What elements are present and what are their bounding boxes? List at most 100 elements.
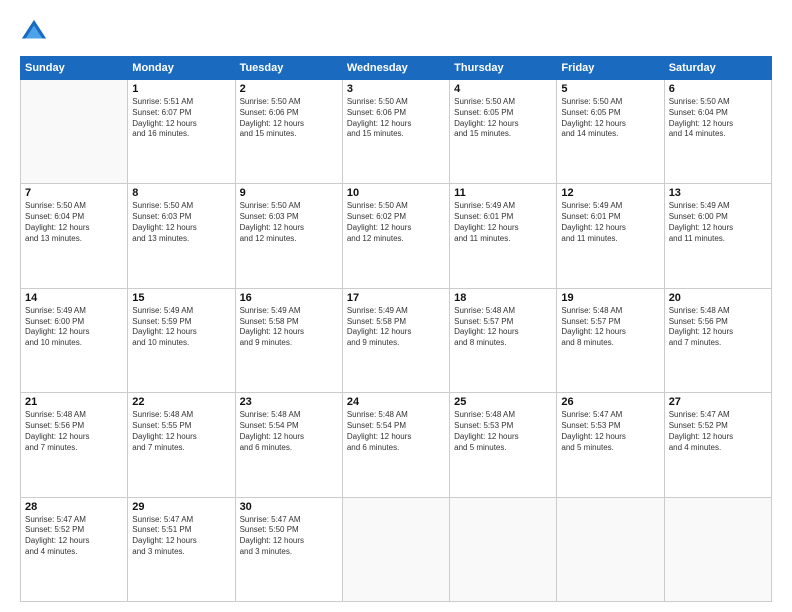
column-header-tuesday: Tuesday bbox=[235, 57, 342, 80]
page: SundayMondayTuesdayWednesdayThursdayFrid… bbox=[0, 0, 792, 612]
day-number: 6 bbox=[669, 83, 767, 95]
calendar-cell: 22 Sunrise: 5:48 AM Sunset: 5:55 PM Dayli… bbox=[128, 393, 235, 497]
day-info: Sunrise: 5:47 AM Sunset: 5:53 PM Dayligh… bbox=[561, 410, 659, 453]
calendar-cell: 5 Sunrise: 5:50 AM Sunset: 6:05 PM Daylig… bbox=[557, 80, 664, 184]
calendar-cell: 11 Sunrise: 5:49 AM Sunset: 6:01 PM Dayli… bbox=[450, 184, 557, 288]
day-info: Sunrise: 5:50 AM Sunset: 6:05 PM Dayligh… bbox=[454, 97, 552, 140]
day-number: 10 bbox=[347, 187, 445, 199]
column-header-friday: Friday bbox=[557, 57, 664, 80]
day-number: 21 bbox=[25, 396, 123, 408]
day-number: 9 bbox=[240, 187, 338, 199]
column-header-monday: Monday bbox=[128, 57, 235, 80]
day-info: Sunrise: 5:48 AM Sunset: 5:54 PM Dayligh… bbox=[240, 410, 338, 453]
day-info: Sunrise: 5:47 AM Sunset: 5:52 PM Dayligh… bbox=[25, 515, 123, 558]
calendar-cell: 19 Sunrise: 5:48 AM Sunset: 5:57 PM Dayli… bbox=[557, 288, 664, 392]
header bbox=[20, 18, 772, 46]
column-header-saturday: Saturday bbox=[664, 57, 771, 80]
day-number: 14 bbox=[25, 292, 123, 304]
day-number: 27 bbox=[669, 396, 767, 408]
day-info: Sunrise: 5:49 AM Sunset: 5:58 PM Dayligh… bbox=[240, 306, 338, 349]
day-info: Sunrise: 5:49 AM Sunset: 6:00 PM Dayligh… bbox=[669, 201, 767, 244]
calendar-week-row: 7 Sunrise: 5:50 AM Sunset: 6:04 PM Daylig… bbox=[21, 184, 772, 288]
calendar-cell: 6 Sunrise: 5:50 AM Sunset: 6:04 PM Daylig… bbox=[664, 80, 771, 184]
day-info: Sunrise: 5:49 AM Sunset: 5:58 PM Dayligh… bbox=[347, 306, 445, 349]
day-number: 26 bbox=[561, 396, 659, 408]
day-number: 29 bbox=[132, 501, 230, 513]
day-number: 5 bbox=[561, 83, 659, 95]
day-info: Sunrise: 5:48 AM Sunset: 5:56 PM Dayligh… bbox=[25, 410, 123, 453]
day-info: Sunrise: 5:50 AM Sunset: 6:04 PM Dayligh… bbox=[25, 201, 123, 244]
day-info: Sunrise: 5:48 AM Sunset: 5:55 PM Dayligh… bbox=[132, 410, 230, 453]
day-info: Sunrise: 5:50 AM Sunset: 6:03 PM Dayligh… bbox=[132, 201, 230, 244]
calendar-cell: 24 Sunrise: 5:48 AM Sunset: 5:54 PM Dayli… bbox=[342, 393, 449, 497]
day-info: Sunrise: 5:50 AM Sunset: 6:04 PM Dayligh… bbox=[669, 97, 767, 140]
calendar-cell bbox=[557, 497, 664, 601]
calendar-cell: 21 Sunrise: 5:48 AM Sunset: 5:56 PM Dayli… bbox=[21, 393, 128, 497]
column-header-sunday: Sunday bbox=[21, 57, 128, 80]
day-info: Sunrise: 5:49 AM Sunset: 5:59 PM Dayligh… bbox=[132, 306, 230, 349]
column-header-wednesday: Wednesday bbox=[342, 57, 449, 80]
calendar-cell: 17 Sunrise: 5:49 AM Sunset: 5:58 PM Dayli… bbox=[342, 288, 449, 392]
calendar-cell bbox=[450, 497, 557, 601]
day-info: Sunrise: 5:48 AM Sunset: 5:57 PM Dayligh… bbox=[454, 306, 552, 349]
calendar-cell: 18 Sunrise: 5:48 AM Sunset: 5:57 PM Dayli… bbox=[450, 288, 557, 392]
calendar-cell: 13 Sunrise: 5:49 AM Sunset: 6:00 PM Dayli… bbox=[664, 184, 771, 288]
day-number: 28 bbox=[25, 501, 123, 513]
calendar-cell: 16 Sunrise: 5:49 AM Sunset: 5:58 PM Dayli… bbox=[235, 288, 342, 392]
day-number: 4 bbox=[454, 83, 552, 95]
calendar-week-row: 28 Sunrise: 5:47 AM Sunset: 5:52 PM Dayli… bbox=[21, 497, 772, 601]
calendar-week-row: 21 Sunrise: 5:48 AM Sunset: 5:56 PM Dayli… bbox=[21, 393, 772, 497]
day-number: 20 bbox=[669, 292, 767, 304]
day-number: 30 bbox=[240, 501, 338, 513]
calendar-cell: 2Sunrise: 5:50 AM Sunset: 6:06 PM Daylig… bbox=[235, 80, 342, 184]
calendar-week-row: 1 Sunrise: 5:51 AM Sunset: 6:07 PM Daylig… bbox=[21, 80, 772, 184]
day-number: 15 bbox=[132, 292, 230, 304]
day-info: Sunrise: 5:50 AM Sunset: 6:05 PM Dayligh… bbox=[561, 97, 659, 140]
calendar-week-row: 14 Sunrise: 5:49 AM Sunset: 6:00 PM Dayli… bbox=[21, 288, 772, 392]
day-number: 24 bbox=[347, 396, 445, 408]
calendar-cell: 27 Sunrise: 5:47 AM Sunset: 5:52 PM Dayli… bbox=[664, 393, 771, 497]
day-number: 11 bbox=[454, 187, 552, 199]
day-number: 8 bbox=[132, 187, 230, 199]
calendar-cell bbox=[21, 80, 128, 184]
day-number: 22 bbox=[132, 396, 230, 408]
day-info: Sunrise: 5:50 AM Sunset: 6:06 PM Dayligh… bbox=[347, 97, 445, 140]
calendar-cell: 25Sunrise: 5:48 AM Sunset: 5:53 PM Dayli… bbox=[450, 393, 557, 497]
day-info: Sunrise: 5:48 AM Sunset: 5:54 PM Dayligh… bbox=[347, 410, 445, 453]
day-number: 2 bbox=[240, 83, 338, 95]
calendar-cell: 12Sunrise: 5:49 AM Sunset: 6:01 PM Dayli… bbox=[557, 184, 664, 288]
calendar-cell: 8 Sunrise: 5:50 AM Sunset: 6:03 PM Daylig… bbox=[128, 184, 235, 288]
day-info: Sunrise: 5:48 AM Sunset: 5:57 PM Dayligh… bbox=[561, 306, 659, 349]
day-number: 7 bbox=[25, 187, 123, 199]
logo bbox=[20, 18, 52, 46]
logo-icon bbox=[20, 18, 48, 46]
day-number: 18 bbox=[454, 292, 552, 304]
calendar-cell bbox=[342, 497, 449, 601]
calendar-cell bbox=[664, 497, 771, 601]
day-number: 13 bbox=[669, 187, 767, 199]
day-info: Sunrise: 5:47 AM Sunset: 5:50 PM Dayligh… bbox=[240, 515, 338, 558]
day-info: Sunrise: 5:51 AM Sunset: 6:07 PM Dayligh… bbox=[132, 97, 230, 140]
column-header-thursday: Thursday bbox=[450, 57, 557, 80]
calendar-cell: 23 Sunrise: 5:48 AM Sunset: 5:54 PM Dayli… bbox=[235, 393, 342, 497]
day-number: 25 bbox=[454, 396, 552, 408]
day-number: 23 bbox=[240, 396, 338, 408]
day-number: 19 bbox=[561, 292, 659, 304]
day-info: Sunrise: 5:50 AM Sunset: 6:03 PM Dayligh… bbox=[240, 201, 338, 244]
calendar-cell: 10 Sunrise: 5:50 AM Sunset: 6:02 PM Dayli… bbox=[342, 184, 449, 288]
day-number: 1 bbox=[132, 83, 230, 95]
day-info: Sunrise: 5:49 AM Sunset: 6:00 PM Dayligh… bbox=[25, 306, 123, 349]
calendar-cell: 28 Sunrise: 5:47 AM Sunset: 5:52 PM Dayli… bbox=[21, 497, 128, 601]
calendar-cell: 30 Sunrise: 5:47 AM Sunset: 5:50 PM Dayli… bbox=[235, 497, 342, 601]
calendar-cell: 14 Sunrise: 5:49 AM Sunset: 6:00 PM Dayli… bbox=[21, 288, 128, 392]
day-info: Sunrise: 5:50 AM Sunset: 6:02 PM Dayligh… bbox=[347, 201, 445, 244]
day-info: Sunrise: 5:49 AM Sunset: 6:01 PM Dayligh… bbox=[561, 201, 659, 244]
day-info: Sunrise: 5:47 AM Sunset: 5:52 PM Dayligh… bbox=[669, 410, 767, 453]
day-number: 17 bbox=[347, 292, 445, 304]
calendar-cell: 20Sunrise: 5:48 AM Sunset: 5:56 PM Dayli… bbox=[664, 288, 771, 392]
day-number: 3 bbox=[347, 83, 445, 95]
day-info: Sunrise: 5:49 AM Sunset: 6:01 PM Dayligh… bbox=[454, 201, 552, 244]
calendar-table: SundayMondayTuesdayWednesdayThursdayFrid… bbox=[20, 56, 772, 602]
day-number: 16 bbox=[240, 292, 338, 304]
calendar-cell: 29Sunrise: 5:47 AM Sunset: 5:51 PM Dayli… bbox=[128, 497, 235, 601]
